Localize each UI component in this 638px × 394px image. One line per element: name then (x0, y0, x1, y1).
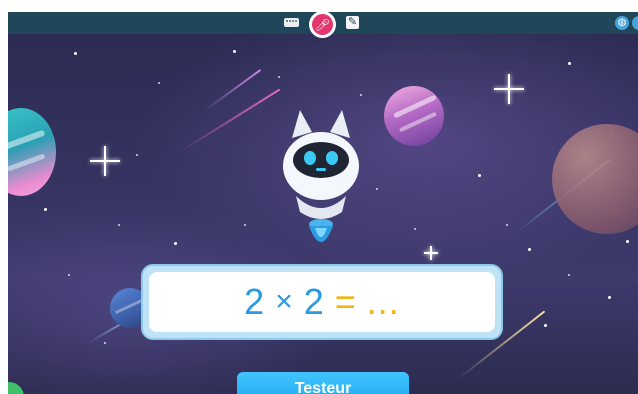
answer-placeholder[interactable]: ... (367, 281, 400, 323)
meteor-streak (177, 88, 281, 154)
orange-planet (552, 124, 638, 234)
sparkle-star-icon (90, 146, 120, 176)
operand-2: 2 (303, 281, 325, 322)
microphone-button[interactable]: 🎤︎ (309, 12, 336, 38)
test-button[interactable]: Testeur (237, 372, 409, 394)
sparkle-star-icon (424, 246, 438, 260)
operand-1: 2 (244, 281, 266, 322)
multiply-sign: × (275, 285, 294, 318)
globe-icon-partial[interactable] (632, 16, 638, 30)
top-toolbar: 🎤︎ ✎ ◍ (8, 12, 638, 38)
robot-mascot (283, 110, 359, 242)
globe-icon[interactable]: ◍ (615, 16, 629, 30)
equation-display: 2 × 2 = ... (149, 272, 495, 332)
equation-card: 2 × 2 = ... (141, 264, 503, 340)
sparkle-star-icon (494, 74, 524, 104)
purple-planet (384, 86, 444, 146)
game-frame: 🎤︎ ✎ ◍ 2 × 2 = ... Testeur (8, 12, 638, 394)
keyboard-icon[interactable] (284, 18, 299, 27)
equals-sign: = (334, 281, 357, 322)
microphone-icon: 🎤︎ (312, 14, 333, 35)
pencil-square-icon[interactable]: ✎ (346, 16, 359, 29)
green-planet-corner (8, 382, 24, 394)
striped-planet-left (8, 108, 56, 196)
